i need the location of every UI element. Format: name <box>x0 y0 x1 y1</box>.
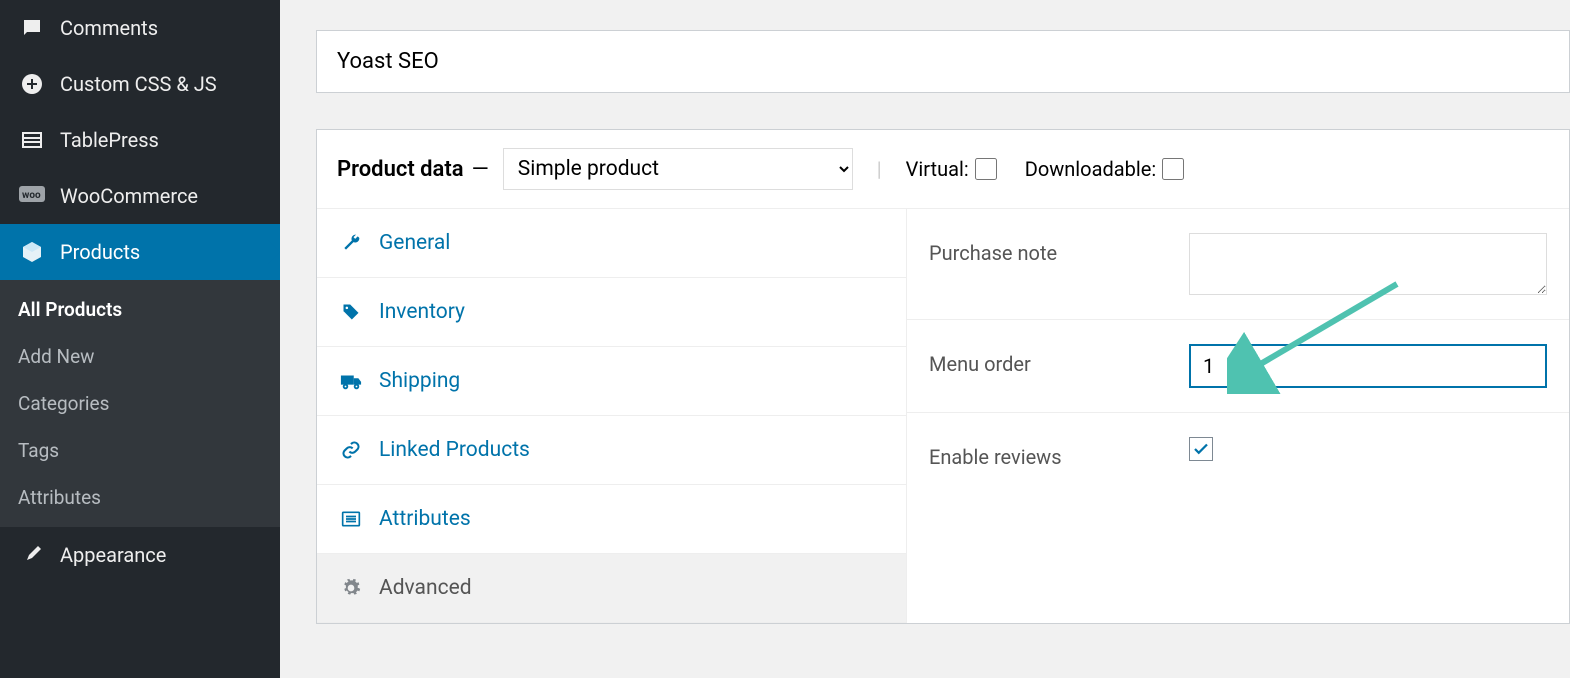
downloadable-checkbox[interactable] <box>1162 158 1184 180</box>
submenu-item-categories[interactable]: Categories <box>0 380 280 427</box>
admin-sidebar: Comments Custom CSS & JS TablePress woo … <box>0 0 280 678</box>
sidebar-item-label: Custom CSS & JS <box>60 72 217 96</box>
sidebar-item-comments[interactable]: Comments <box>0 0 280 56</box>
tab-label: Advanced <box>379 576 472 600</box>
tab-inventory[interactable]: Inventory <box>317 278 906 347</box>
submenu-item-tags[interactable]: Tags <box>0 427 280 474</box>
product-data-metabox: Product data — Simple product | Virtual:… <box>316 129 1570 624</box>
product-data-label: Product data <box>337 157 464 182</box>
advanced-panel: Purchase note Menu order Enable reviews <box>907 209 1569 623</box>
list-icon <box>339 507 363 531</box>
menu-order-label: Menu order <box>929 344 1189 376</box>
truck-icon <box>339 369 363 393</box>
enable-reviews-row: Enable reviews <box>907 413 1569 493</box>
sidebar-item-tablepress[interactable]: TablePress <box>0 112 280 168</box>
sidebar-item-products[interactable]: Products <box>0 224 280 280</box>
tab-label: Attributes <box>379 507 471 531</box>
main-content: Yoast SEO Product data — Simple product … <box>280 0 1570 678</box>
enable-reviews-label: Enable reviews <box>929 437 1189 469</box>
product-data-body: General Inventory Shipping <box>317 209 1569 623</box>
menu-order-input[interactable] <box>1189 344 1547 388</box>
submenu-item-add-new[interactable]: Add New <box>0 333 280 380</box>
svg-text:woo: woo <box>22 190 41 201</box>
sidebar-item-appearance[interactable]: Appearance <box>0 527 280 583</box>
dash-separator: — <box>472 157 489 182</box>
sidebar-item-woocommerce[interactable]: woo WooCommerce <box>0 168 280 224</box>
menu-order-row: Menu order <box>907 320 1569 413</box>
vertical-separator: | <box>877 157 882 181</box>
tab-label: Linked Products <box>379 438 530 462</box>
tab-general[interactable]: General <box>317 209 906 278</box>
purchase-note-textarea[interactable] <box>1189 233 1547 295</box>
tab-shipping[interactable]: Shipping <box>317 347 906 416</box>
submenu-item-attributes[interactable]: Attributes <box>0 474 280 521</box>
yoast-seo-metabox: Yoast SEO <box>316 30 1570 93</box>
package-icon <box>18 238 46 266</box>
downloadable-label: Downloadable: <box>1025 157 1156 181</box>
tab-attributes[interactable]: Attributes <box>317 485 906 554</box>
virtual-label: Virtual: <box>906 157 969 181</box>
link-icon <box>339 438 363 462</box>
sidebar-item-label: WooCommerce <box>60 184 198 208</box>
gear-icon <box>339 576 363 600</box>
tab-advanced[interactable]: Advanced <box>317 554 906 623</box>
purchase-note-label: Purchase note <box>929 233 1189 265</box>
sidebar-submenu-products: All Products Add New Categories Tags Att… <box>0 280 280 527</box>
comment-icon <box>18 14 46 42</box>
submenu-item-all-products[interactable]: All Products <box>0 286 280 333</box>
yoast-seo-title: Yoast SEO <box>317 31 1569 92</box>
virtual-checkbox[interactable] <box>975 158 997 180</box>
sidebar-item-custom-css-js[interactable]: Custom CSS & JS <box>0 56 280 112</box>
plus-circle-icon <box>18 70 46 98</box>
enable-reviews-checkbox[interactable] <box>1189 437 1213 461</box>
wrench-icon <box>339 231 363 255</box>
tag-icon <box>339 300 363 324</box>
woocommerce-icon: woo <box>18 182 46 210</box>
product-data-header: Product data — Simple product | Virtual:… <box>317 130 1569 209</box>
table-icon <box>18 126 46 154</box>
tab-label: Inventory <box>379 300 465 324</box>
purchase-note-row: Purchase note <box>907 209 1569 320</box>
tab-linked-products[interactable]: Linked Products <box>317 416 906 485</box>
sidebar-item-label: Appearance <box>60 543 166 567</box>
tab-label: Shipping <box>379 369 460 393</box>
sidebar-item-label: Comments <box>60 16 158 40</box>
brush-icon <box>18 541 46 569</box>
tab-label: General <box>379 231 450 255</box>
product-type-select[interactable]: Simple product <box>503 148 853 190</box>
product-data-tabs: General Inventory Shipping <box>317 209 907 623</box>
sidebar-item-label: Products <box>60 240 140 264</box>
sidebar-item-label: TablePress <box>60 128 159 152</box>
